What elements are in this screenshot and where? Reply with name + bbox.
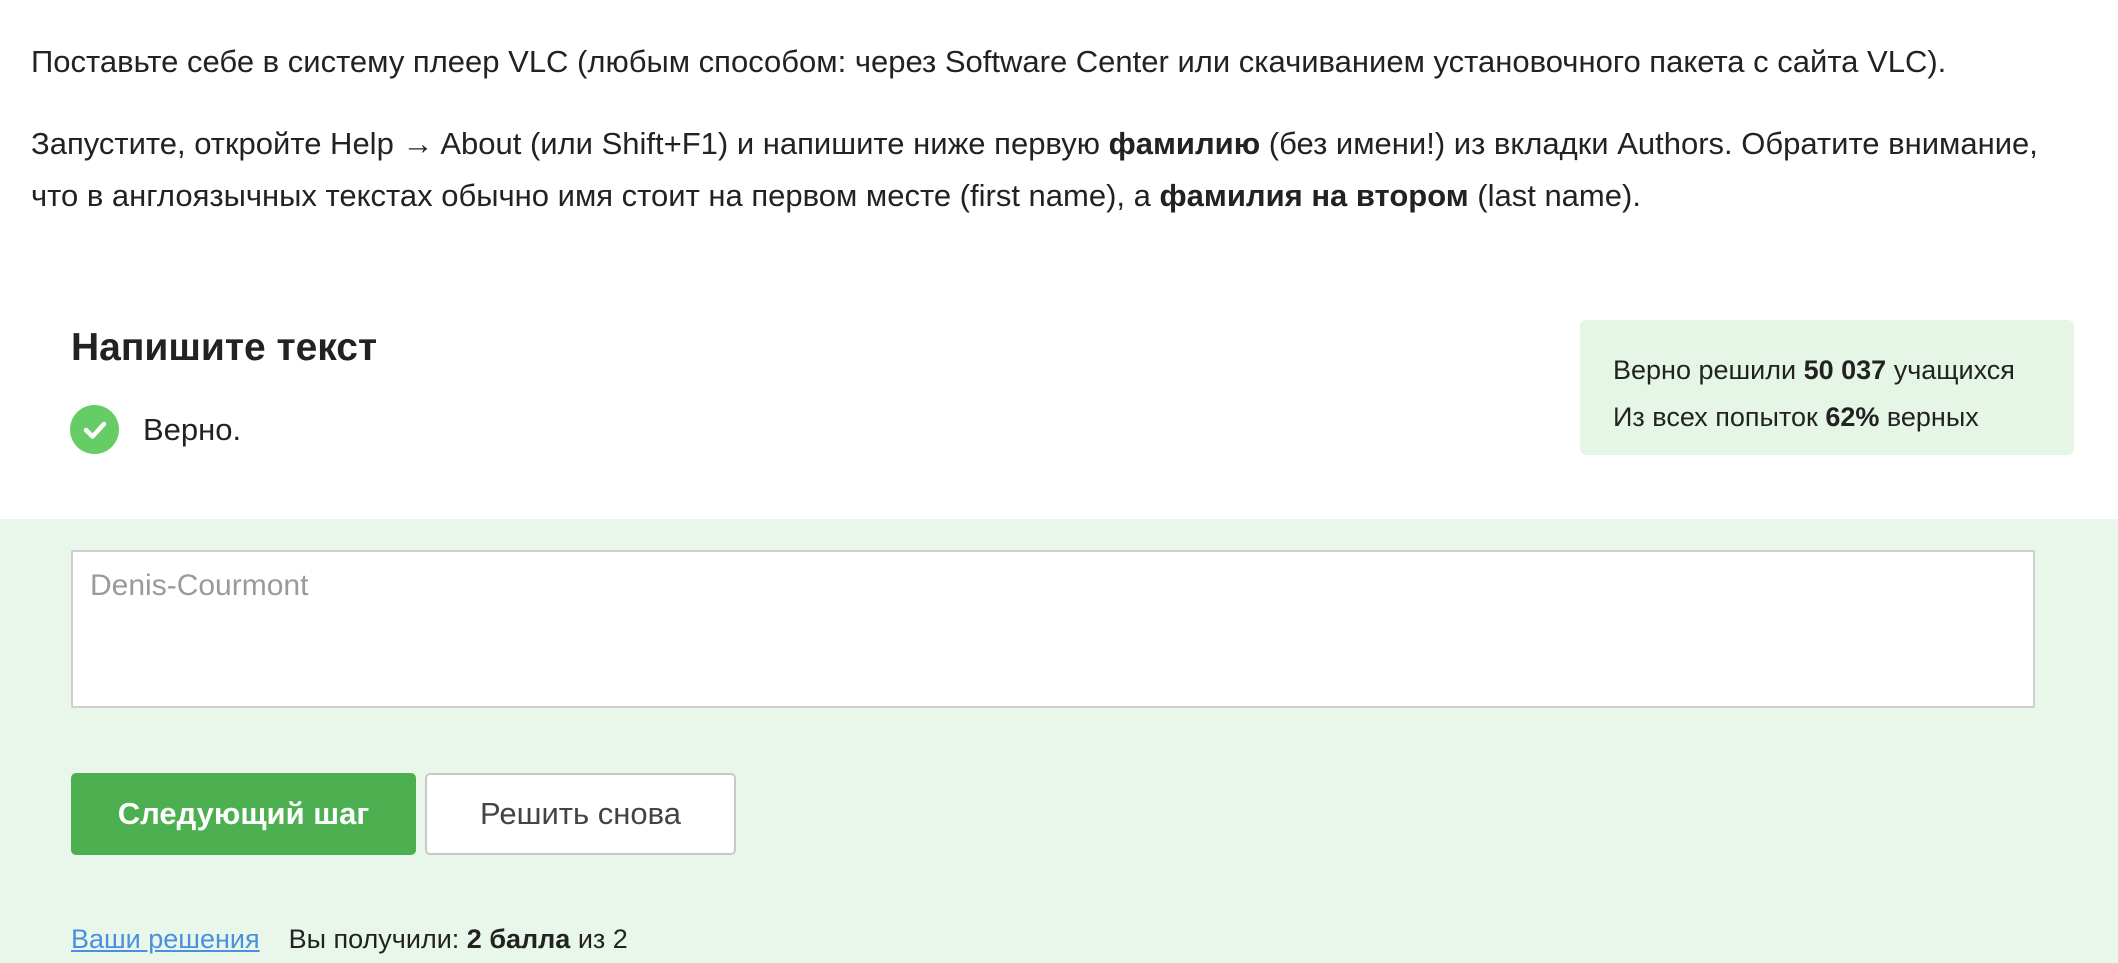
solve-again-button[interactable]: Решить снова	[425, 773, 736, 855]
step-paragraph-2-text: Запустите, откройте Help → About (или Sh…	[31, 126, 1109, 161]
your-solutions-link[interactable]: Ваши решения	[71, 919, 260, 959]
result-status: Верно.	[70, 405, 241, 454]
stats-solved: Верно решили 50 037 учащихся	[1613, 347, 2074, 394]
stats-attempts: Из всех попыток 62% верных	[1613, 394, 2074, 441]
step-paragraph-1: Поставьте себе в систему плеер VLC (любы…	[31, 44, 1947, 79]
step-paragraph-2: Запустите, откройте Help → About (или Sh…	[31, 118, 2071, 222]
stats-attempts-prefix: Из всех попыток	[1613, 402, 1826, 432]
result-label: Верно.	[143, 411, 242, 447]
stats-solved-suffix: учащихся	[1886, 355, 2015, 385]
check-circle-icon	[70, 405, 119, 454]
score-prefix: Вы получили:	[288, 924, 467, 954]
stats-box: Верно решили 50 037 учащихся Из всех поп…	[1580, 320, 2074, 455]
stats-solved-prefix: Верно решили	[1613, 355, 1804, 385]
step-paragraph-2-bold-second: фамилия на втором	[1159, 178, 1469, 213]
answer-input[interactable]	[71, 550, 2035, 708]
score-text: Вы получили: 2 балла из 2	[289, 919, 628, 959]
stats-attempts-suffix: верных	[1879, 402, 1979, 432]
stats-attempts-percent: 62%	[1825, 402, 1880, 432]
step-paragraph-2-bold-surname: фамилию	[1108, 126, 1261, 161]
score-value: 2 балла	[466, 924, 571, 954]
step-text: Поставьте себе в систему плеер VLC (любы…	[31, 36, 2071, 222]
score-suffix: из 2	[570, 924, 628, 954]
footer-line: Ваши решения Вы получили: 2 балла из 2	[71, 919, 628, 959]
quiz-title: Напишите текст	[71, 326, 378, 369]
stats-solved-count: 50 037	[1803, 355, 1887, 385]
step-paragraph-2-text-3: (last name).	[1468, 178, 1641, 213]
next-step-button[interactable]: Следующий шаг	[71, 773, 416, 855]
